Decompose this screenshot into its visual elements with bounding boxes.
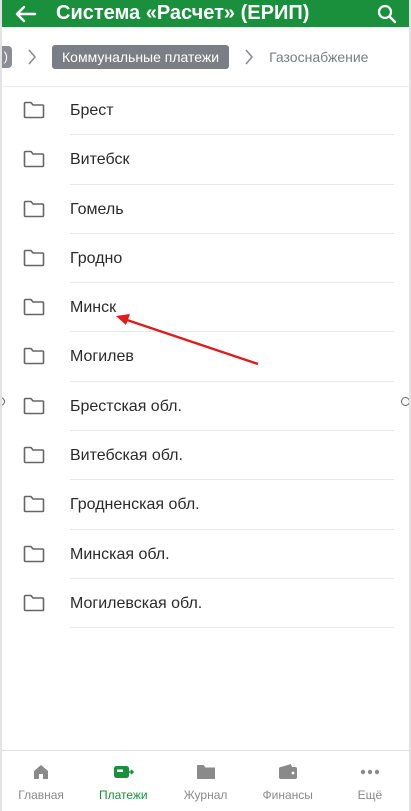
list-item[interactable]: Брестская обл. bbox=[0, 382, 411, 432]
list-item[interactable]: Гомель bbox=[0, 185, 411, 234]
nav-item-label: Главная bbox=[18, 787, 64, 802]
chevron-right-icon bbox=[12, 46, 52, 68]
chevron-right-icon bbox=[229, 46, 269, 68]
folder-icon bbox=[23, 495, 45, 513]
breadcrumb-communal-payments[interactable]: Коммунальные платежи bbox=[52, 44, 230, 69]
nav-item-0[interactable]: Главная bbox=[0, 751, 82, 811]
breadcrumb-gas-supply[interactable]: Газоснабжение bbox=[269, 49, 368, 65]
folder-icon bbox=[23, 594, 45, 612]
page-title: Система «Расчет» (ЕРИП) bbox=[56, 2, 310, 24]
list-item[interactable]: Минская обл. bbox=[0, 530, 411, 579]
list-item[interactable]: Гродненская обл. bbox=[0, 480, 411, 530]
list-item-label: Могилев bbox=[70, 348, 134, 366]
folder-icon bbox=[23, 249, 45, 267]
list-item-label: Витебская обл. bbox=[70, 447, 183, 465]
folder-icon bbox=[23, 298, 45, 316]
nav-item-1[interactable]: Платежи bbox=[82, 751, 164, 811]
arrow-left-icon bbox=[15, 5, 37, 22]
list-item[interactable]: Могилевская обл. bbox=[0, 579, 411, 629]
divider bbox=[70, 627, 394, 629]
nav-item-2[interactable]: Журнал bbox=[164, 751, 246, 811]
back-button[interactable] bbox=[0, 0, 52, 27]
folder-icon bbox=[23, 446, 45, 464]
search-icon bbox=[377, 4, 397, 23]
list-item[interactable]: Могилев bbox=[0, 332, 411, 382]
edge-handle-right bbox=[401, 397, 410, 406]
folder-icon bbox=[23, 545, 45, 563]
bottom-navigation: Главная Платежи Журнал Финансы Ещё bbox=[0, 750, 411, 811]
folder-icon bbox=[23, 397, 45, 415]
folder-icon bbox=[23, 200, 45, 218]
list-item[interactable]: Минск bbox=[0, 283, 411, 333]
folder-icon bbox=[23, 101, 45, 119]
list-item[interactable]: Брест bbox=[0, 86, 411, 136]
folder-icon bbox=[23, 150, 45, 168]
list-item-label: Брестская обл. bbox=[70, 397, 182, 415]
list-item[interactable]: Гродно bbox=[0, 234, 411, 284]
more-icon bbox=[360, 761, 380, 783]
list-item-label: Гомель bbox=[70, 200, 124, 218]
home-icon bbox=[32, 761, 50, 783]
folder-icon bbox=[196, 761, 216, 783]
list-item[interactable]: Витебская обл. bbox=[0, 431, 411, 481]
list-item-label: Могилевская обл. bbox=[70, 594, 203, 612]
list-item-label: Брест bbox=[70, 102, 114, 119]
list-item-label: Витебск bbox=[70, 151, 130, 169]
region-list: Брест Витебск Гомель Гродно Минск Могилев Брес… bbox=[0, 86, 411, 629]
app-header: Система «Расчет» (ЕРИП) bbox=[0, 0, 411, 27]
payments-icon bbox=[112, 761, 135, 783]
search-button[interactable] bbox=[363, 0, 411, 27]
list-item[interactable]: Витебск bbox=[0, 135, 411, 185]
list-item-label: Минская обл. bbox=[70, 545, 170, 563]
nav-item-label: Журнал bbox=[183, 787, 228, 802]
nav-item-4[interactable]: Ещё bbox=[329, 751, 411, 811]
list-item-label: Гродненская обл. bbox=[70, 496, 200, 514]
nav-item-label: Ещё bbox=[357, 787, 383, 802]
wallet-icon bbox=[278, 761, 298, 783]
nav-item-label: Финансы bbox=[262, 787, 313, 802]
breadcrumb: ) Коммунальные платежи Газоснабжение bbox=[0, 27, 411, 87]
nav-item-3[interactable]: Финансы bbox=[247, 751, 329, 811]
breadcrumb-previous[interactable]: ) bbox=[0, 45, 12, 68]
list-item-label: Гродно bbox=[70, 249, 123, 267]
list-item-label: Минск bbox=[70, 299, 117, 317]
nav-item-label: Платежи bbox=[98, 787, 148, 802]
folder-icon bbox=[23, 347, 45, 365]
